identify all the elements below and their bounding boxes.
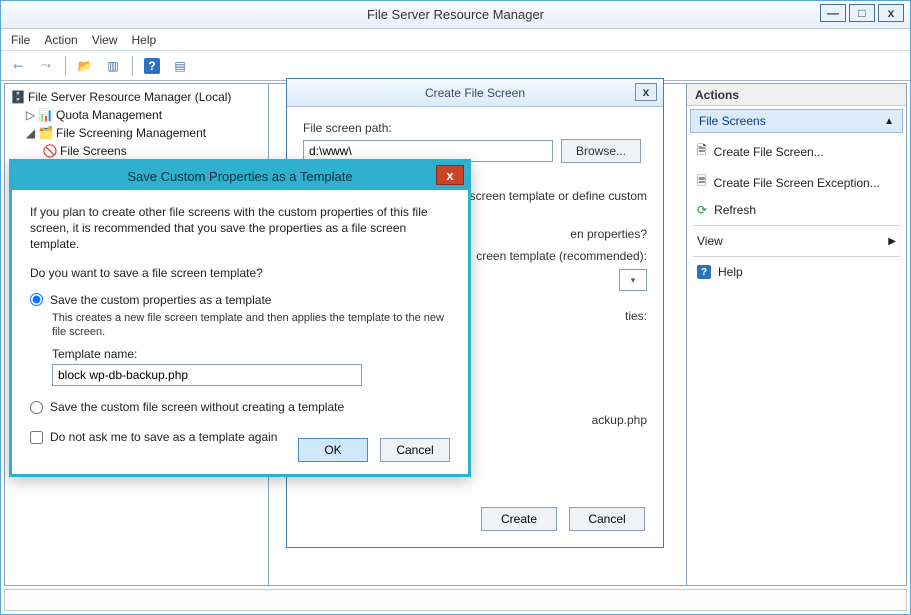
help-icon: ?: [697, 265, 711, 279]
actions-section-label: File Screens: [699, 114, 766, 128]
cfs-titlebar[interactable]: Create File Screen x: [287, 79, 663, 107]
main-titlebar[interactable]: File Server Resource Manager — □ x: [1, 1, 910, 29]
new-screen-icon: 🗎: [697, 141, 707, 162]
action-view-label: View: [697, 234, 723, 248]
window-icon: ▥: [107, 59, 118, 73]
cfs-create-button[interactable]: Create: [481, 507, 557, 531]
cfs-title-text: Create File Screen: [425, 86, 525, 100]
tree-screening[interactable]: ◢ 🗂️ File Screening Management: [7, 124, 266, 142]
open-folder-button[interactable]: 📂: [74, 55, 96, 77]
help-icon: ?: [144, 58, 160, 74]
statusbar: [4, 589, 907, 611]
stpl-title-text: Save Custom Properties as a Template: [127, 169, 352, 184]
nav-forward-button[interactable]: ⤳: [35, 55, 57, 77]
expand-icon[interactable]: ▷: [25, 108, 36, 122]
action-create-screen-label: Create File Screen...: [714, 145, 824, 159]
minimize-button[interactable]: —: [820, 4, 846, 22]
tree-quota-label: Quota Management: [56, 108, 162, 122]
folder-icon: 📂: [78, 59, 93, 73]
stpl-intro-text: If you plan to create other file screens…: [30, 204, 450, 253]
menubar: File Action View Help: [1, 29, 910, 51]
menu-view[interactable]: View: [92, 33, 118, 47]
close-button[interactable]: x: [878, 4, 904, 22]
actions-separator: [693, 225, 900, 226]
action-create-exception-label: Create File Screen Exception...: [714, 176, 880, 190]
action-refresh-label: Refresh: [714, 203, 756, 217]
stpl-radio-save-template[interactable]: Save the custom properties as a template: [30, 293, 450, 307]
stpl-ok-button[interactable]: OK: [298, 438, 368, 462]
exception-icon: 🗏: [697, 172, 707, 193]
menu-help[interactable]: Help: [132, 33, 157, 47]
collapse-icon[interactable]: ▲: [884, 116, 894, 127]
actions-separator-2: [693, 256, 900, 257]
stpl-checkbox-label: Do not ask me to save as a template agai…: [50, 430, 277, 444]
tree-screens-label: File Screens: [60, 144, 127, 158]
tree-root[interactable]: 🗄️ File Server Resource Manager (Local): [7, 88, 266, 106]
refresh-icon: ⟳: [697, 203, 707, 217]
stpl-radio-save-template-input[interactable]: [30, 293, 43, 306]
nav-back-button[interactable]: ⬸: [7, 55, 29, 77]
window-list-icon: ▤: [174, 59, 185, 73]
actions-section-title[interactable]: File Screens ▲: [690, 109, 903, 133]
action-help[interactable]: ? Help: [687, 260, 906, 284]
cfs-path-label: File screen path:: [303, 121, 647, 135]
screening-icon: 🗂️: [39, 126, 53, 140]
stpl-question-text: Do you want to save a file screen templa…: [30, 265, 450, 281]
stpl-template-name-input[interactable]: [52, 364, 362, 386]
chevron-down-icon: ▾: [631, 275, 636, 286]
stpl-radio-save-template-label: Save the custom properties as a template: [50, 293, 271, 307]
stpl-checkbox-input[interactable]: [30, 431, 43, 444]
menu-action[interactable]: Action: [44, 33, 77, 47]
menu-file[interactable]: File: [11, 33, 30, 47]
properties-button[interactable]: ▥: [102, 55, 124, 77]
stpl-radio-no-template-label: Save the custom file screen without crea…: [50, 400, 344, 414]
stpl-radio-save-template-desc: This creates a new file screen template …: [52, 311, 450, 340]
action-create-screen[interactable]: 🗎 Create File Screen...: [687, 136, 906, 167]
tree-screens[interactable]: 🚫 File Screens: [7, 142, 266, 160]
main-title: File Server Resource Manager: [367, 7, 544, 22]
stpl-titlebar[interactable]: Save Custom Properties as a Template x: [12, 162, 468, 190]
chevron-right-icon: ▶: [888, 236, 896, 247]
action-view[interactable]: View ▶: [687, 229, 906, 253]
toolbar-separator: [65, 56, 66, 76]
actions-header: Actions: [687, 84, 906, 106]
cfs-cancel-button[interactable]: Cancel: [569, 507, 645, 531]
action-refresh[interactable]: ⟳ Refresh: [687, 198, 906, 222]
save-template-dialog: Save Custom Properties as a Template x I…: [9, 159, 471, 477]
action-create-exception[interactable]: 🗏 Create File Screen Exception...: [687, 167, 906, 198]
help-button[interactable]: ?: [141, 55, 163, 77]
maximize-button[interactable]: □: [849, 4, 875, 22]
cfs-close-button[interactable]: x: [635, 83, 657, 101]
stpl-close-button[interactable]: x: [436, 165, 464, 185]
view-button[interactable]: ▤: [169, 55, 191, 77]
stpl-template-name-label: Template name:: [52, 347, 450, 361]
server-icon: 🗄️: [11, 90, 25, 104]
stpl-radio-no-template[interactable]: Save the custom file screen without crea…: [30, 400, 450, 414]
toolbar-separator-2: [132, 56, 133, 76]
tree-screening-label: File Screening Management: [56, 126, 206, 140]
actions-pane: Actions File Screens ▲ 🗎 Create File Scr…: [687, 83, 907, 586]
tree-quota[interactable]: ▷ 📊 Quota Management: [7, 106, 266, 124]
stpl-radio-no-template-input[interactable]: [30, 401, 43, 414]
cfs-browse-button[interactable]: Browse...: [561, 139, 641, 163]
arrow-left-icon: ⬸: [13, 58, 23, 73]
screen-icon: 🚫: [43, 144, 57, 158]
action-help-label: Help: [718, 265, 743, 279]
collapse-icon[interactable]: ◢: [25, 126, 36, 140]
tree-root-label: File Server Resource Manager (Local): [28, 90, 231, 104]
toolbar: ⬸ ⤳ 📂 ▥ ? ▤: [1, 51, 910, 81]
stpl-cancel-button[interactable]: Cancel: [380, 438, 450, 462]
cfs-template-combo[interactable]: ▾: [619, 269, 647, 291]
quota-icon: 📊: [39, 108, 53, 122]
arrow-right-icon: ⤳: [41, 58, 51, 73]
